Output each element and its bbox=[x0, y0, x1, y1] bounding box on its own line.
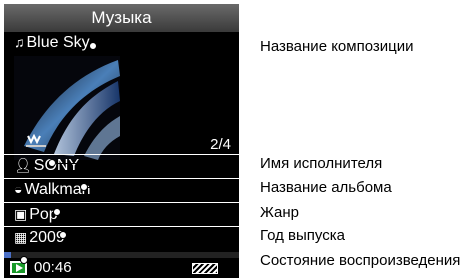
artist-name: SONY bbox=[33, 157, 80, 174]
leader-line bbox=[61, 212, 237, 213]
genre-icon: ▣ bbox=[14, 206, 28, 222]
callout-dot bbox=[80, 183, 88, 191]
song-title: Blue Sky bbox=[26, 34, 90, 51]
person-icon: 👤︎ bbox=[14, 157, 32, 173]
callout-dot bbox=[53, 208, 61, 216]
album-art bbox=[14, 56, 236, 160]
divider bbox=[4, 202, 239, 203]
music-note-icon: ♫ bbox=[14, 34, 25, 50]
status-bar: 00:46 bbox=[4, 258, 239, 278]
genre-row: ▣ Pop bbox=[14, 206, 58, 224]
divider bbox=[4, 178, 239, 179]
leader-line bbox=[97, 46, 237, 47]
leader-line bbox=[88, 187, 237, 188]
year-row: ▦ 2009 bbox=[14, 229, 65, 247]
callout-dot bbox=[59, 231, 67, 239]
leader-line bbox=[56, 163, 237, 164]
album-row: ◒ Walkman bbox=[14, 181, 91, 199]
song-row: ♫ Blue Sky bbox=[14, 34, 90, 52]
screen-title: Музыка bbox=[4, 4, 239, 32]
battery-icon bbox=[192, 263, 218, 274]
callout-dot bbox=[89, 42, 97, 50]
disc-icon: ◒ bbox=[14, 181, 23, 197]
callout-dot bbox=[20, 256, 28, 264]
callout-year: Год выпуска bbox=[260, 227, 345, 244]
callout-playback-state: Состояние воспроизведения bbox=[260, 252, 461, 269]
elapsed-time: 00:46 bbox=[34, 259, 72, 276]
divider bbox=[4, 154, 239, 155]
calendar-icon: ▦ bbox=[14, 229, 28, 245]
callout-dot bbox=[48, 159, 56, 167]
artist-row: 👤︎ SONY bbox=[14, 157, 79, 175]
callout-artist-name: Имя исполнителя bbox=[260, 155, 383, 172]
callout-genre: Жанр bbox=[260, 204, 299, 221]
leader-line bbox=[28, 260, 237, 261]
callout-album-name: Название альбома bbox=[260, 179, 392, 196]
album-art-graphic bbox=[14, 56, 120, 160]
divider bbox=[4, 226, 239, 227]
leader-line bbox=[67, 235, 237, 236]
track-index: 2/4 bbox=[210, 136, 231, 153]
callout-song-name: Название композиции bbox=[260, 38, 414, 55]
